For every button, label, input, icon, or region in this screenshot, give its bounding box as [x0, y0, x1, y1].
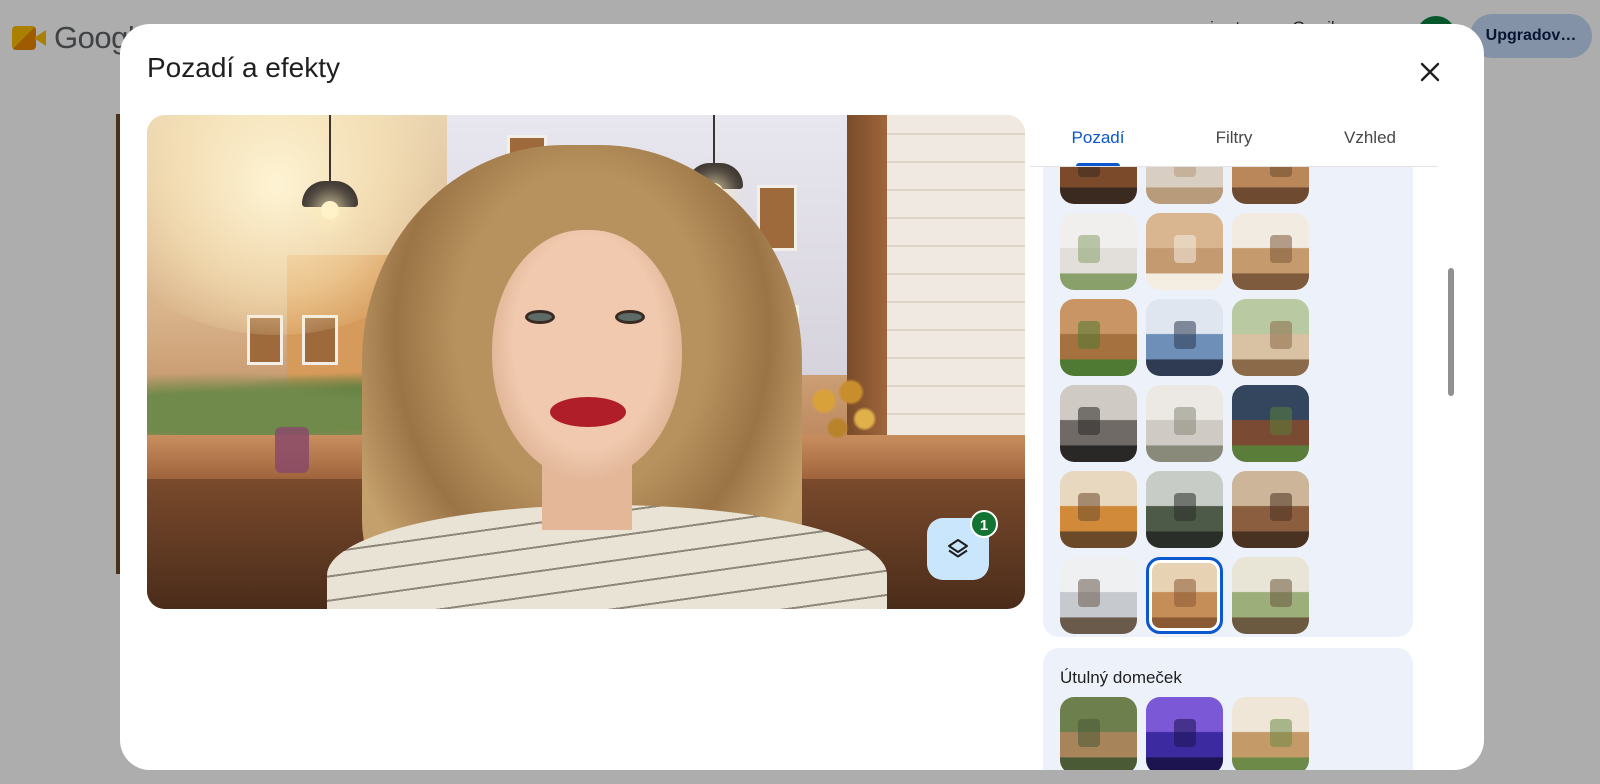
background-thumb-kitchen-table[interactable]: [1060, 167, 1137, 204]
thumb-detail: [1174, 235, 1196, 263]
thumb-detail: [1078, 167, 1100, 177]
thumb-detail: [1270, 167, 1292, 177]
close-icon: [1420, 62, 1440, 82]
background-thumb-cafe-window[interactable]: [1146, 557, 1223, 634]
thumb-detail: [1270, 407, 1292, 435]
background-thumb-white-wall-plant[interactable]: [1060, 213, 1137, 290]
background-thumb-bright-lounge[interactable]: [1146, 385, 1223, 462]
background-section-card: Útulný domeček: [1043, 648, 1413, 770]
background-thumb-bookshelves[interactable]: [1232, 213, 1309, 290]
thumb-detail: [1078, 719, 1100, 747]
background-thumb-orange-living-room[interactable]: [1060, 471, 1137, 548]
background-thumb-white-cabinet[interactable]: [1146, 167, 1223, 204]
tab-label: Vzhled: [1344, 128, 1396, 147]
thumb-detail: [1270, 719, 1292, 747]
background-thumb-brick-plant[interactable]: [1232, 385, 1309, 462]
active-tab-indicator: [1076, 163, 1120, 166]
tab-vzhled[interactable]: Vzhled: [1302, 115, 1438, 167]
backgrounds-effects-dialog: Pozadí a efekty 1 Pozadí Filtry Vzhled Ú…: [120, 24, 1484, 770]
background-thumb-bookshelf-room[interactable]: [1232, 167, 1309, 204]
thumb-detail: [1174, 407, 1196, 435]
panel-scrollbar-track: [1448, 167, 1456, 770]
background-thumb-garden-patio[interactable]: [1060, 697, 1137, 770]
tab-pozadi[interactable]: Pozadí: [1030, 115, 1166, 167]
background-thumb-neon-studio[interactable]: [1146, 697, 1223, 770]
background-section-card: [1043, 167, 1413, 637]
background-thumb-green-dining-room[interactable]: [1232, 557, 1309, 634]
thumb-detail: [1270, 579, 1292, 607]
tab-label: Pozadí: [1071, 128, 1125, 147]
thumb-detail: [1270, 493, 1292, 521]
thumb-detail: [1174, 321, 1196, 349]
close-button[interactable]: [1410, 52, 1450, 92]
background-thumb-library-chair[interactable]: [1060, 385, 1137, 462]
thumb-detail: [1174, 167, 1196, 177]
thumb-detail: [1078, 579, 1100, 607]
thumb-detail: [1174, 493, 1196, 521]
thumb-detail: [1174, 579, 1196, 607]
background-grid: [1060, 697, 1309, 770]
background-grid: [1060, 167, 1309, 634]
thumb-detail: [1174, 719, 1196, 747]
background-thumb-plant-shelves[interactable]: [1232, 697, 1309, 770]
background-thumb-wood-panel-plant[interactable]: [1060, 299, 1137, 376]
backgrounds-panel[interactable]: Útulný domeček: [1030, 167, 1438, 770]
tab-filtry[interactable]: Filtry: [1166, 115, 1302, 167]
background-thumb-cafe-counter[interactable]: [1232, 471, 1309, 548]
background-thumb-glass-office[interactable]: [1146, 299, 1223, 376]
background-thumb-snowy-window-desk[interactable]: [1060, 557, 1137, 634]
background-thumb-wood-wall-lamp[interactable]: [1146, 213, 1223, 290]
thumb-detail: [1078, 407, 1100, 435]
section-label: Útulný domeček: [1060, 668, 1182, 687]
thumb-detail: [1078, 235, 1100, 263]
dialog-title: Pozadí a efekty: [147, 52, 341, 83]
background-thumb-green-wall-sofa[interactable]: [1232, 299, 1309, 376]
background-thumb-glass-courtyard[interactable]: [1146, 471, 1223, 548]
thumb-detail: [1078, 321, 1100, 349]
thumb-detail: [1270, 321, 1292, 349]
effects-tabs: Pozadí Filtry Vzhled: [1030, 115, 1438, 167]
panel-scrollbar[interactable]: [1448, 268, 1454, 396]
layers-icon: [948, 539, 968, 558]
self-view-preview: [147, 115, 1025, 609]
tab-label: Filtry: [1215, 128, 1253, 147]
effects-count-badge: 1: [970, 510, 998, 538]
thumb-detail: [1270, 235, 1292, 263]
thumb-detail: [1078, 493, 1100, 521]
